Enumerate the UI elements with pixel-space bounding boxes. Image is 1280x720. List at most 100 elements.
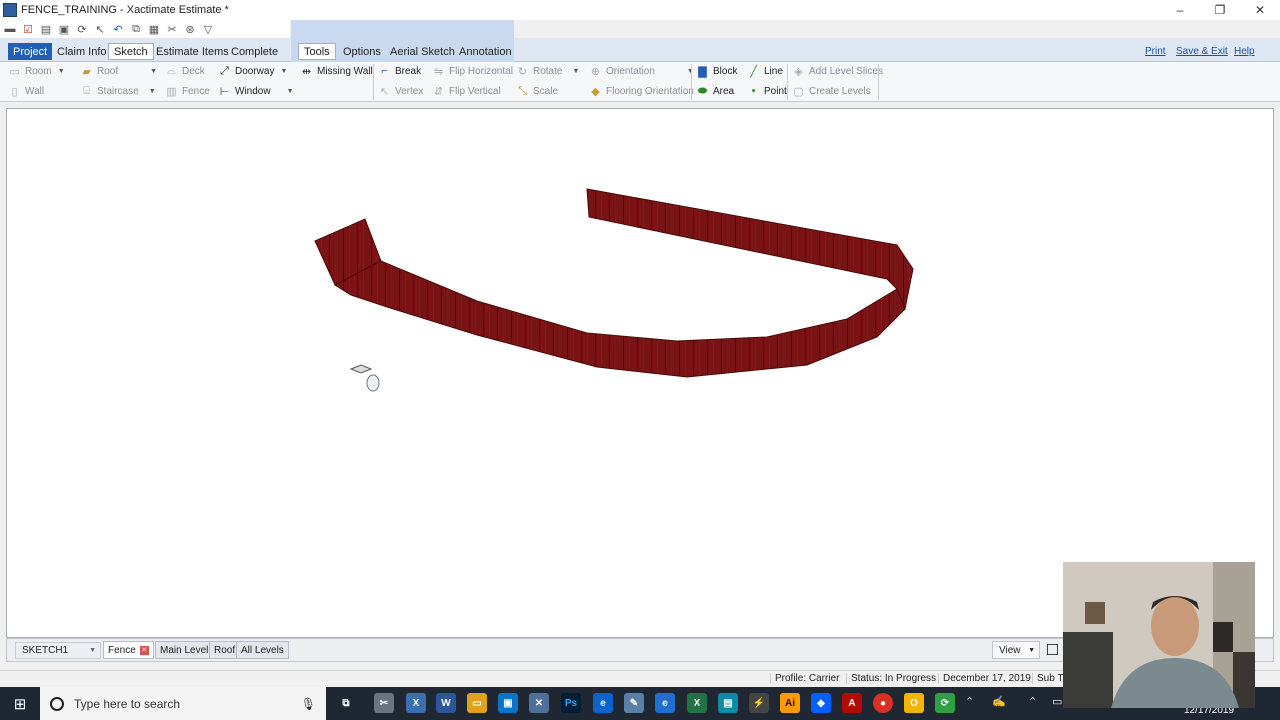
word-icon[interactable]: W xyxy=(436,693,456,713)
deck-button[interactable]: ⌓ Deck xyxy=(165,62,205,80)
deck-icon: ⌓ xyxy=(167,64,176,77)
fence-3d-view xyxy=(314,188,914,392)
progress-status: Status: In Progress xyxy=(846,673,940,684)
xactimate-active-icon[interactable]: ✕ xyxy=(529,693,549,713)
area-button[interactable]: ⬬ Area xyxy=(696,82,734,100)
create-levels-button[interactable]: ▢ Create Levels xyxy=(792,82,870,100)
room-button[interactable]: ▭ Room ▼ xyxy=(8,62,64,80)
break-button[interactable]: ⌐ Break xyxy=(378,62,421,80)
presenter-video-icon xyxy=(1063,562,1255,708)
notepad-icon[interactable]: ✎ xyxy=(624,693,644,713)
cut-icon[interactable]: ✂ xyxy=(164,21,180,37)
tab-project[interactable]: Project xyxy=(8,43,53,60)
tab-main-level[interactable]: Main Level xyxy=(155,641,214,659)
close-button[interactable]: ✕ xyxy=(1240,0,1280,20)
undo-icon[interactable]: ↶ xyxy=(110,21,126,37)
save-icon[interactable]: ▣ xyxy=(56,21,72,37)
lock-icon[interactable]: ⊛ xyxy=(182,21,198,37)
vertex-button[interactable]: ↖ Vertex xyxy=(378,82,423,100)
window-button[interactable]: ⊢ Window ▼ xyxy=(218,82,294,100)
minimize-button[interactable]: – xyxy=(1160,0,1200,20)
norton-icon[interactable]: O xyxy=(904,693,924,713)
excel-icon[interactable]: X xyxy=(687,693,707,713)
app-snip-icon[interactable]: ✂ xyxy=(374,693,394,713)
tab-annotation[interactable]: Annotation xyxy=(454,43,517,60)
pen-icon[interactable]: ✍ xyxy=(992,695,1006,708)
close-icon[interactable]: ✕ xyxy=(139,645,149,655)
flip-vertical-button[interactable]: ⇵ Flip Vertical xyxy=(432,82,501,100)
photoshop-icon[interactable]: Ps xyxy=(561,693,581,713)
roof-button[interactable]: ▰ Roof ▼ xyxy=(80,62,157,80)
checklist-icon[interactable]: ☑ xyxy=(20,21,36,37)
sketch-selector[interactable]: SKETCH1 ▼ xyxy=(15,642,101,659)
view-dropdown[interactable]: View ▼ xyxy=(992,641,1040,659)
tray-chevron-icon[interactable]: ⌃ xyxy=(1028,695,1037,708)
tab-all-levels[interactable]: All Levels xyxy=(236,641,289,659)
sketch-canvas[interactable] xyxy=(6,108,1274,638)
orientation-button[interactable]: ⊕ Orientation▼ xyxy=(589,62,694,80)
screen-tool-icon[interactable]: ▤ xyxy=(718,693,738,713)
microphone-icon[interactable]: 🎙 xyxy=(301,697,316,711)
filter-icon[interactable]: ▽ xyxy=(200,21,216,37)
fence-button[interactable]: ▥ Fence xyxy=(165,82,210,100)
line-button[interactable]: ╱ Line xyxy=(747,62,783,80)
window-title: FENCE_TRAINING - Xactimate Estimate * xyxy=(21,4,229,16)
camera-icon[interactable]: ▬ xyxy=(2,21,18,37)
fence-segment-back xyxy=(586,188,914,311)
refresh-icon[interactable]: ⟳ xyxy=(74,21,90,37)
sync-icon[interactable]: ⟳ xyxy=(935,693,955,713)
tab-claim-info[interactable]: Claim Info xyxy=(52,43,112,60)
xactimate-app-icon xyxy=(3,3,17,17)
copy-icon[interactable]: ⧉ xyxy=(128,21,144,37)
tab-aerial-sketch[interactable]: Aerial Sketch xyxy=(385,43,460,60)
dropbox-icon[interactable]: ◆ xyxy=(811,693,831,713)
flooring-icon: ◆ xyxy=(591,85,600,98)
save-exit-link[interactable]: Save & Exit xyxy=(1176,46,1228,57)
monitor-app-icon[interactable]: ▣ xyxy=(498,693,518,713)
title-bar: FENCE_TRAINING - Xactimate Estimate * – … xyxy=(0,0,1280,20)
tab-options[interactable]: Options xyxy=(338,43,386,60)
paste-icon[interactable]: ▦ xyxy=(146,21,162,37)
chrome-icon[interactable]: ● xyxy=(873,693,893,713)
chevron-down-icon: ▼ xyxy=(280,67,288,75)
scale-button[interactable]: ⤡ Scale xyxy=(516,82,558,100)
chevron-down-icon: ▼ xyxy=(150,67,158,75)
internet-explorer-icon[interactable]: e xyxy=(655,693,675,713)
doorway-button[interactable]: ⤢ Doorway ▼ xyxy=(218,62,287,80)
print-link[interactable]: Print xyxy=(1145,46,1166,57)
pointer-icon[interactable]: ↖ xyxy=(92,21,108,37)
file-explorer-icon[interactable]: ▭ xyxy=(467,693,487,713)
tab-tools[interactable]: Tools xyxy=(298,43,336,60)
missing-wall-button[interactable]: ⇹ Missing Wall xyxy=(300,62,373,80)
square-view-icon[interactable] xyxy=(1047,644,1058,655)
taskbar-search[interactable]: Type here to search 🎙 xyxy=(40,687,326,720)
flip-horizontal-button[interactable]: ⇋ Flip Horizontal xyxy=(432,62,513,80)
rotate-button[interactable]: ↻ Rotate ▼ xyxy=(516,62,580,80)
sketch-tool-icon[interactable]: ⚡ xyxy=(749,693,769,713)
restore-button[interactable]: ❐ xyxy=(1200,0,1240,20)
edge-icon[interactable]: e xyxy=(593,693,613,713)
acrobat-icon[interactable]: A xyxy=(842,693,862,713)
tab-estimate-items[interactable]: Estimate Items xyxy=(151,43,234,60)
xactimate-taskbar-icon[interactable]: X xyxy=(406,693,426,713)
create-levels-icon: ▢ xyxy=(793,85,804,98)
help-link[interactable]: Help xyxy=(1234,46,1255,57)
windows-start-icon[interactable]: ⊞ xyxy=(0,687,40,720)
battery-icon: ▭ xyxy=(1052,696,1063,708)
illustrator-icon[interactable]: Ai xyxy=(780,693,800,713)
ribbon-divider xyxy=(878,64,879,100)
copy-doc-icon[interactable]: ▤ xyxy=(38,21,54,37)
tab-complete[interactable]: Complete xyxy=(226,43,283,60)
presenter-webcam-overlay xyxy=(1063,562,1255,708)
wall-button[interactable]: ▯ Wall xyxy=(8,82,44,100)
block-button[interactable]: ▇ Block xyxy=(696,62,737,80)
point-button[interactable]: • Point xyxy=(747,82,787,100)
ribbon-divider xyxy=(691,64,692,100)
task-view-icon[interactable]: ⧉ xyxy=(336,693,356,713)
add-level-slices-button[interactable]: ◈ Add Level Slices xyxy=(792,62,883,80)
taskbar-scroll-icon[interactable]: ⌃ xyxy=(965,695,974,708)
flooring-orientation-button[interactable]: ◆ Flooring Orientation xyxy=(589,82,694,100)
tab-fence-level[interactable]: Fence ✕ xyxy=(103,641,154,659)
staircase-button[interactable]: ⌸ Staircase ▼ xyxy=(80,82,155,100)
tab-sketch[interactable]: Sketch xyxy=(108,43,154,60)
